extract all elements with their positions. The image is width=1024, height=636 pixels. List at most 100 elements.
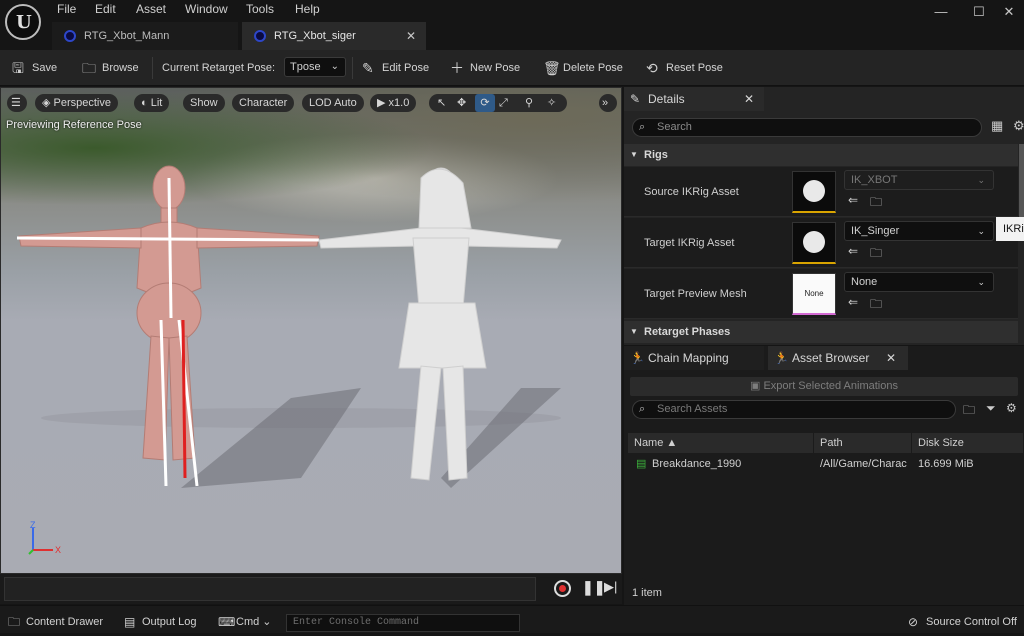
menu-file[interactable]: File (57, 2, 76, 18)
chevron-down-icon: ⌄ (977, 277, 985, 287)
use-selected-icon[interactable]: ⇐ (848, 244, 858, 258)
show-button[interactable]: Show (183, 94, 225, 112)
anim-sequence-icon: ▤ (636, 458, 647, 470)
step-forward-button[interactable]: ▶| (604, 579, 617, 595)
rig-icon (803, 231, 825, 253)
cmd-button[interactable]: ⌨ Cmd ⌄ (218, 608, 272, 636)
play-speed-button[interactable]: ▶ x1.0 (370, 94, 417, 112)
asset-thumbnail[interactable] (792, 171, 836, 213)
unreal-logo[interactable]: U (5, 4, 41, 40)
cell-size: 16.699 MiB (918, 458, 974, 470)
details-search-input[interactable]: ⌕ Search (632, 118, 982, 137)
sort-ascending-icon: ▲ (666, 437, 678, 449)
perspective-label: Perspective (53, 97, 111, 109)
move-icon[interactable]: ✥ (457, 94, 466, 112)
section-rigs[interactable]: ▼ Rigs (624, 144, 1018, 166)
delete-pose-label: Delete Pose (563, 62, 623, 74)
browse-button[interactable]: 🗀 Browse (82, 50, 139, 86)
console-input[interactable]: Enter Console Command (286, 614, 520, 632)
lod-button[interactable]: LOD Auto (302, 94, 364, 112)
menu-asset[interactable]: Asset (136, 2, 166, 18)
bone-icon[interactable]: ⚲ (525, 94, 533, 112)
gear-icon[interactable]: ⚙ (1006, 401, 1017, 415)
asset-icon (254, 30, 266, 42)
menu-help[interactable]: Help (295, 2, 320, 18)
viewport-menu-button[interactable]: ☰ (7, 94, 27, 112)
row-label: Target IKRig Asset (644, 237, 735, 249)
column-path[interactable]: Path (814, 433, 912, 453)
folder-icon[interactable]: 🗀 (963, 401, 975, 422)
export-animations-button[interactable]: ▣ Export Selected Animations (630, 377, 1018, 396)
record-button[interactable] (554, 580, 571, 597)
settings-icon[interactable]: ✧ (547, 94, 556, 112)
section-phases-label: Retarget Phases (644, 326, 731, 338)
export-icon: ▣ (750, 380, 764, 392)
tab-rtg-xbot-siger[interactable]: RTG_Xbot_siger ✕ (242, 22, 426, 50)
browse-folder-icon[interactable]: 🗀 (870, 244, 882, 265)
menu-edit[interactable]: Edit (95, 2, 116, 18)
save-icon: 🖫 (12, 60, 24, 76)
asset-thumbnail[interactable]: None (792, 273, 836, 315)
table-view-icon[interactable]: ▦ (991, 118, 1003, 134)
reset-pose-label: Reset Pose (666, 62, 723, 74)
save-button[interactable]: 🖫 Save (12, 50, 57, 86)
content-drawer-button[interactable]: 🗀 Content Drawer (8, 608, 103, 636)
speed-label: x1.0 (388, 97, 410, 109)
play-icon: ▶ (377, 97, 389, 109)
tab-details[interactable]: ✎ Details ✕ (624, 87, 764, 111)
tab-rtg-xbot-mann[interactable]: RTG_Xbot_Mann (52, 22, 238, 50)
viewport[interactable]: ☰ ◈ Perspective ◐ Lit Show Character LOD… (0, 87, 622, 574)
delete-pose-button[interactable]: 🗑 Delete Pose (543, 50, 623, 86)
close-tab-icon[interactable]: ✕ (886, 346, 896, 370)
gear-icon[interactable]: ⚙ (1013, 118, 1024, 134)
pause-button[interactable]: ❚❚ (582, 579, 605, 596)
expand-toolbar-button[interactable]: » (599, 94, 617, 112)
close-tab-icon[interactable]: ✕ (406, 22, 416, 50)
tab-chain-mapping[interactable]: 🏃 Chain Mapping (624, 346, 764, 370)
column-disk-size[interactable]: Disk Size (912, 433, 1024, 453)
output-log-button[interactable]: ▤ Output Log (124, 608, 196, 636)
asset-search-placeholder: Search Assets (657, 403, 728, 415)
row-label: Source IKRig Asset (644, 186, 739, 198)
scale-icon[interactable]: ⤢ (499, 94, 508, 112)
target-ikrig-combo[interactable]: IK_Singer ⌄ (844, 221, 994, 241)
rotate-icon[interactable]: ⟳ (475, 94, 495, 112)
close-tab-icon[interactable]: ✕ (744, 87, 754, 111)
details-search-placeholder: Search (657, 121, 692, 133)
pose-value: Tpose (290, 61, 321, 73)
details-scrollbar[interactable] (1019, 144, 1024, 224)
minimize-button[interactable]: — (930, 4, 952, 22)
row-target-preview-mesh: Target Preview Mesh None None ⌄ ⇐ 🗀 (624, 269, 1018, 319)
viewport-timeline[interactable] (4, 577, 536, 601)
edit-pose-button[interactable]: ✎ Edit Pose (362, 50, 429, 86)
perspective-button[interactable]: ◈ Perspective (35, 94, 118, 112)
lit-button[interactable]: ◐ Lit (134, 94, 170, 112)
asset-search-input[interactable]: ⌕ Search Assets (632, 400, 956, 419)
browse-folder-icon[interactable]: 🗀 (870, 193, 882, 214)
select-icon[interactable]: ↖ (437, 94, 446, 112)
menu-tools[interactable]: Tools (246, 2, 274, 18)
row-target-ikrig: Target IKRig Asset IK_Singer ⌄ ⇐ 🗀 (624, 218, 1018, 268)
transform-tools[interactable]: ↖ ✥ ⟳ ⤢ ⚲ ✧ (429, 94, 567, 112)
trash-icon: 🗑 (543, 60, 561, 76)
source-ikrig-combo[interactable]: IK_XBOT ⌄ (844, 170, 994, 190)
column-name[interactable]: Name ▲ (628, 433, 814, 453)
asset-thumbnail[interactable] (792, 222, 836, 264)
source-control-button[interactable]: ⊘ Source Control Off (908, 608, 1017, 636)
character-button[interactable]: Character (232, 94, 295, 112)
tab-asset-browser[interactable]: 🏃 Asset Browser ✕ (768, 346, 908, 370)
new-pose-button[interactable]: ＋ New Pose (450, 50, 520, 86)
tab-label: RTG_Xbot_Mann (84, 30, 170, 42)
filter-icon[interactable]: ⏷ (986, 401, 996, 416)
maximize-button[interactable]: ☐ (968, 4, 990, 22)
use-selected-icon[interactable]: ⇐ (848, 295, 858, 309)
reset-pose-button[interactable]: ⟲ Reset Pose (646, 50, 723, 86)
close-button[interactable]: ✕ (998, 4, 1020, 22)
plus-icon: ＋ (450, 60, 464, 76)
pose-select[interactable]: Tpose ⌄ (284, 57, 346, 77)
preview-mesh-combo[interactable]: None ⌄ (844, 272, 994, 292)
menu-window[interactable]: Window (185, 2, 228, 18)
section-retarget-phases[interactable]: ▼ Retarget Phases (624, 321, 1018, 343)
use-selected-icon[interactable]: ⇐ (848, 193, 858, 207)
browse-folder-icon[interactable]: 🗀 (870, 295, 882, 316)
